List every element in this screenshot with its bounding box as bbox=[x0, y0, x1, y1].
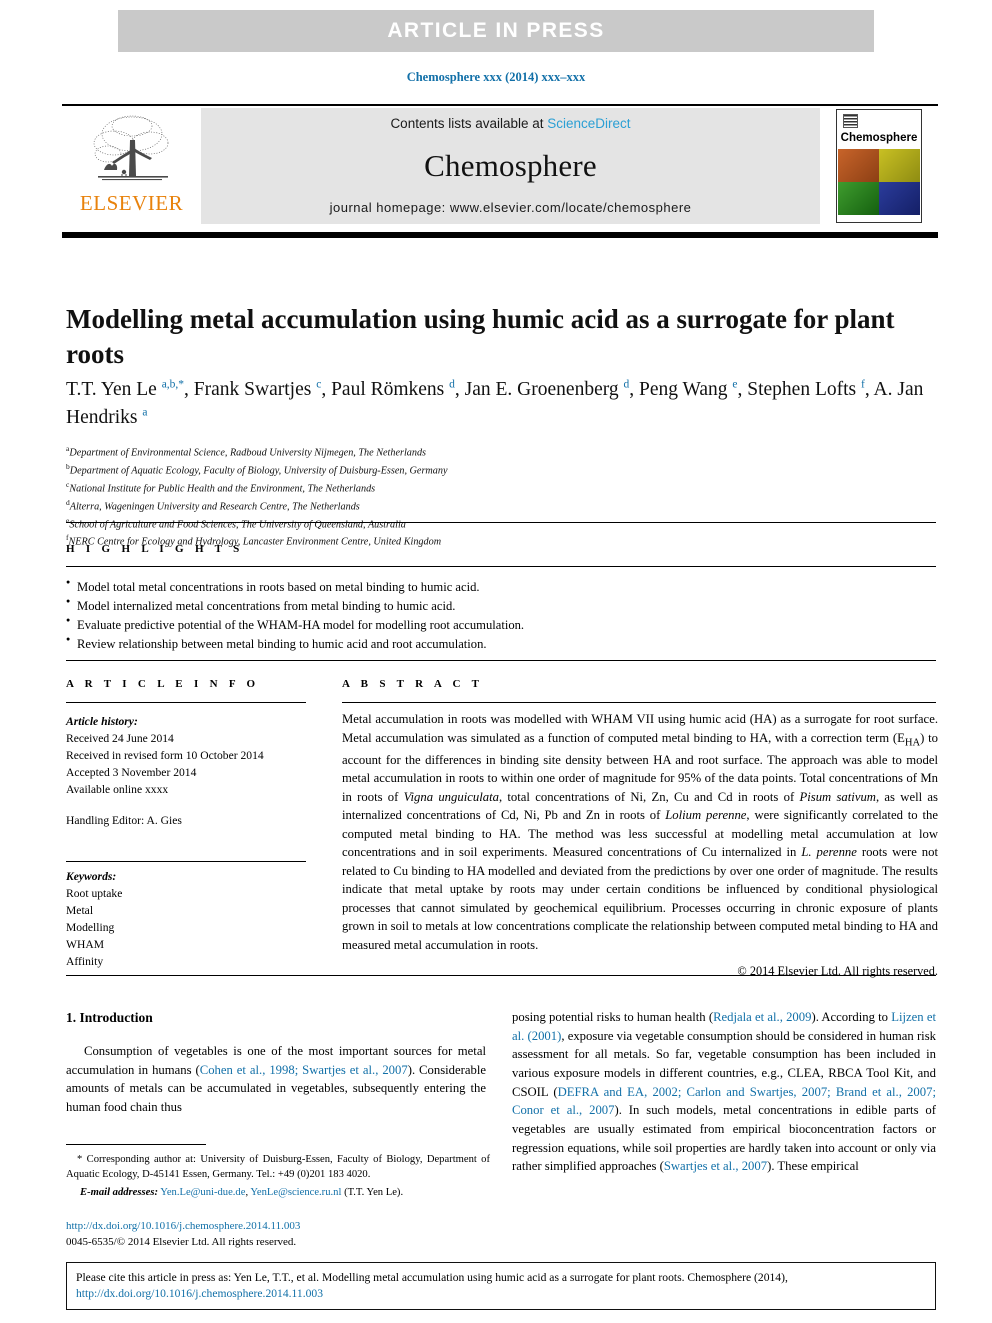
highlight-item: Model internalized metal concentrations … bbox=[66, 596, 666, 616]
footnote-block: * Corresponding author at: University of… bbox=[66, 1152, 490, 1200]
abstract-copyright: © 2014 Elsevier Ltd. All rights reserved… bbox=[737, 964, 938, 979]
body-column-left: 1. Introduction Consumption of vegetable… bbox=[66, 1008, 486, 1117]
article-page: ARTICLE IN PRESS Chemosphere xxx (2014) … bbox=[0, 0, 992, 1323]
intro-paragraph-left: Consumption of vegetables is one of the … bbox=[66, 1043, 486, 1114]
highlight-item: Evaluate predictive potential of the WHA… bbox=[66, 615, 666, 635]
elsevier-wordmark: ELSEVIER bbox=[79, 191, 184, 215]
journal-running-head: Chemosphere xxx (2014) xxx–xxx bbox=[406, 70, 586, 84]
journal-cover-block: Chemosphere bbox=[820, 106, 938, 232]
divider-footnote bbox=[66, 1144, 206, 1145]
keywords-block: Keywords: Root uptake Metal Modelling WH… bbox=[66, 869, 306, 971]
affiliation-item: aDepartment of Environmental Science, Ra… bbox=[66, 443, 766, 461]
contents-available-line: Contents lists available at ScienceDirec… bbox=[390, 116, 630, 131]
affiliation-item: dAlterra, Wageningen University and Rese… bbox=[66, 497, 766, 515]
journal-cover-thumbnail: Chemosphere bbox=[836, 109, 922, 223]
highlight-item: Review relationship between metal bindin… bbox=[66, 634, 666, 654]
cite-this-article-box: Please cite this article in press as: Ye… bbox=[66, 1262, 936, 1310]
affiliation-list: aDepartment of Environmental Science, Ra… bbox=[66, 443, 766, 550]
doi-link[interactable]: http://dx.doi.org/10.1016/j.chemosphere.… bbox=[66, 1219, 490, 1235]
divider-abstract bbox=[342, 702, 936, 703]
divider-highlights-top bbox=[66, 566, 936, 567]
article-history-label: Article history: bbox=[66, 715, 138, 728]
journal-title: Chemosphere bbox=[424, 147, 597, 183]
contents-prefix: Contents lists available at bbox=[390, 116, 548, 131]
affiliation-text: Department of Environmental Science, Rad… bbox=[69, 447, 427, 459]
highlights-list: Model total metal concentrations in root… bbox=[66, 577, 666, 655]
history-item: Available online xxxx bbox=[66, 782, 169, 796]
cover-quadrant-yellow bbox=[879, 149, 920, 182]
abstract-column: Metal accumulation in roots was modelled… bbox=[342, 710, 938, 981]
keyword-item: Modelling bbox=[66, 920, 115, 934]
history-item: Received in revised form 10 October 2014 bbox=[66, 748, 264, 762]
cover-quadrant-green bbox=[838, 182, 879, 215]
elsevier-tree-icon bbox=[93, 115, 168, 181]
sciencedirect-link[interactable]: ScienceDirect bbox=[547, 116, 630, 131]
cover-title: Chemosphere bbox=[840, 132, 918, 144]
divider-article-info bbox=[66, 702, 306, 703]
article-info-heading: A R T I C L E I N F O bbox=[66, 678, 260, 690]
article-history-block: Article history: Received 24 June 2014 R… bbox=[66, 714, 306, 799]
article-info-column: Article history: Received 24 June 2014 R… bbox=[66, 714, 306, 830]
cover-quadrant-blue bbox=[879, 182, 920, 215]
divider-above-highlights bbox=[66, 522, 936, 523]
cover-image-quadrants bbox=[838, 149, 920, 215]
abstract-text: Metal accumulation in roots was modelled… bbox=[342, 712, 938, 952]
cover-publisher-logo-icon bbox=[843, 114, 858, 128]
article-in-press-banner: ARTICLE IN PRESS bbox=[118, 10, 874, 52]
elsevier-logo-block: ELSEVIER bbox=[62, 106, 201, 232]
affiliation-item: cNational Institute for Public Health an… bbox=[66, 479, 766, 497]
journal-homepage-line[interactable]: journal homepage: www.elsevier.com/locat… bbox=[330, 200, 692, 215]
author-list: T.T. Yen Le a,b,*, Frank Swartjes c, Pau… bbox=[66, 378, 924, 428]
cite-doi-link[interactable]: http://dx.doi.org/10.1016/j.chemosphere.… bbox=[76, 1286, 926, 1302]
journal-masthead: ELSEVIER Contents lists available at Sci… bbox=[62, 104, 938, 238]
highlights-heading: H I G H L I G H T S bbox=[66, 543, 244, 555]
affiliation-text: Department of Aquatic Ecology, Faculty o… bbox=[69, 465, 448, 477]
cite-text: Please cite this article in press as: Ye… bbox=[76, 1271, 788, 1284]
keyword-item: Affinity bbox=[66, 954, 104, 968]
abstract-heading: A B S T R A C T bbox=[342, 678, 484, 690]
history-item: Accepted 3 November 2014 bbox=[66, 765, 197, 779]
handling-editor: Handling Editor: A. Gies bbox=[66, 813, 182, 827]
keywords-label: Keywords: bbox=[66, 870, 117, 883]
keyword-item: WHAM bbox=[66, 937, 104, 951]
corresponding-author-note: * Corresponding author at: University of… bbox=[66, 1154, 490, 1181]
email-link-1[interactable]: Yen.Le@uni-due.de bbox=[160, 1187, 245, 1198]
email-link-2[interactable]: YenLe@science.ru.nl bbox=[250, 1187, 341, 1198]
intro-paragraph-right: posing potential risks to human health (… bbox=[512, 1010, 936, 1174]
affiliation-text: School of Agriculture and Food Sciences,… bbox=[69, 518, 406, 530]
affiliation-text: National Institute for Public Health and… bbox=[69, 483, 376, 495]
keyword-item: Metal bbox=[66, 903, 94, 917]
email-addresses-note: E-mail addresses: Yen.Le@uni-due.de, Yen… bbox=[80, 1186, 404, 1198]
page-title: Modelling metal accumulation using humic… bbox=[66, 304, 895, 369]
highlight-item: Model total metal concentrations in root… bbox=[66, 577, 666, 597]
issn-copyright-line: 0045-6535/© 2014 Elsevier Ltd. All right… bbox=[66, 1235, 297, 1248]
divider-highlights-bottom bbox=[66, 660, 936, 661]
doi-block: http://dx.doi.org/10.1016/j.chemosphere.… bbox=[66, 1219, 490, 1250]
history-item: Received 24 June 2014 bbox=[66, 731, 174, 745]
affiliation-item: bDepartment of Aquatic Ecology, Faculty … bbox=[66, 461, 766, 479]
section-title-introduction: 1. Introduction bbox=[66, 1010, 153, 1025]
cover-quadrant-orange bbox=[838, 149, 879, 182]
email-suffix: (T.T. Yen Le). bbox=[344, 1186, 404, 1198]
keyword-item: Root uptake bbox=[66, 886, 123, 900]
affiliation-text: Alterra, Wageningen University and Resea… bbox=[69, 501, 360, 513]
divider-below-abstract bbox=[66, 975, 936, 976]
affiliation-item: eSchool of Agriculture and Food Sciences… bbox=[66, 515, 766, 533]
email-label: E-mail addresses: bbox=[80, 1186, 158, 1198]
divider-keywords bbox=[66, 861, 306, 862]
masthead-center: Contents lists available at ScienceDirec… bbox=[201, 108, 820, 224]
body-column-right: posing potential risks to human health (… bbox=[512, 1008, 936, 1176]
